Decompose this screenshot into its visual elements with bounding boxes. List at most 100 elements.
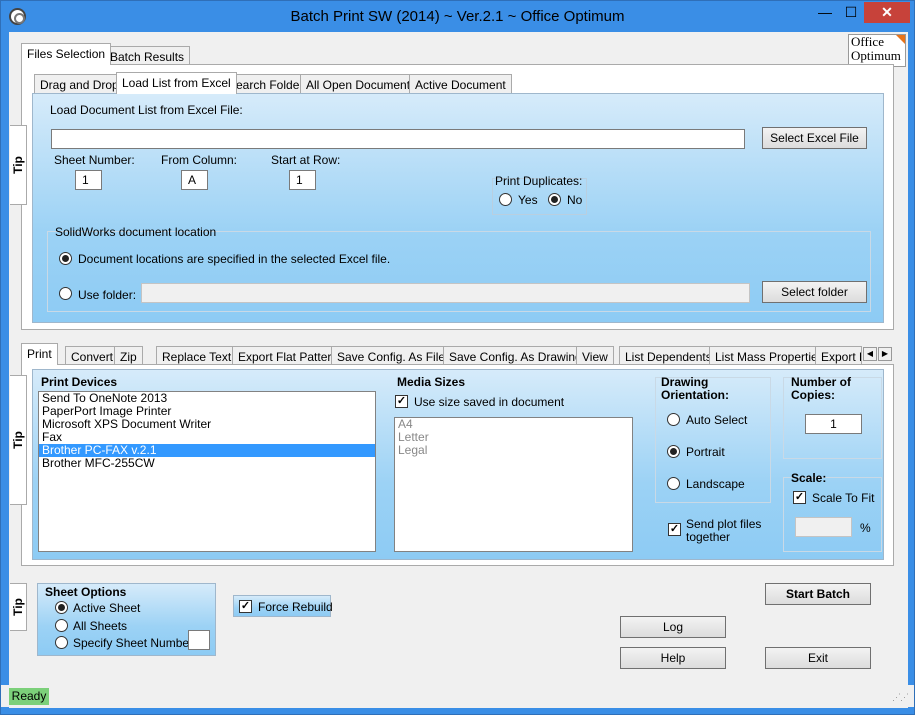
scale-to-fit-label: Scale To Fit xyxy=(812,491,875,505)
tab-save-config-drawings[interactable]: Save Config. As Drawings xyxy=(443,346,594,366)
tab-print[interactable]: Print xyxy=(21,343,58,365)
tab-batch-results[interactable]: Batch Results xyxy=(104,46,191,66)
resize-grip-icon[interactable]: ⋰⋰ xyxy=(892,692,909,703)
force-rebuild-box: ✓ Force Rebuild xyxy=(233,595,333,617)
status-bar: Ready ⋰⋰ xyxy=(1,685,914,707)
sheet-active-label: Active Sheet xyxy=(73,601,141,615)
orientation-portrait-label: Portrait xyxy=(686,445,725,459)
sheet-number-label: Sheet Number: xyxy=(54,153,135,167)
help-button[interactable]: Help xyxy=(620,647,726,669)
scale-percent-input[interactable] xyxy=(795,517,852,537)
location-excel-radio[interactable] xyxy=(59,252,72,265)
force-rebuild-label: Force Rebuild xyxy=(258,600,333,614)
tip-tab-files[interactable]: Tip xyxy=(10,125,27,205)
send-plot-line2: together xyxy=(686,530,731,544)
tip-tab-print[interactable]: Tip xyxy=(10,375,27,505)
from-column-input[interactable]: A xyxy=(181,170,208,190)
tab-export-flat-pattern[interactable]: Export Flat Pattern xyxy=(232,346,345,366)
print-options-panel: Print Devices Send To OneNote 2013 Paper… xyxy=(32,369,884,560)
use-saved-size-checkbox[interactable]: ✓ xyxy=(395,395,408,408)
sheet-number-input[interactable]: 1 xyxy=(75,170,102,190)
sheet-number-field[interactable] xyxy=(188,630,210,650)
tab-export-b[interactable]: Export B xyxy=(815,346,862,366)
tab-scroll-right-icon[interactable]: ▶ xyxy=(878,347,892,361)
tab-list-dependents[interactable]: List Dependents xyxy=(619,346,718,366)
list-item[interactable]: A4 xyxy=(395,418,632,431)
tab-load-from-excel[interactable]: Load List from Excel xyxy=(116,72,237,94)
close-button[interactable]: ✕ xyxy=(864,2,910,23)
start-row-label: Start at Row: xyxy=(271,153,341,167)
tab-zip[interactable]: Zip xyxy=(114,346,143,366)
sheet-all-radio[interactable] xyxy=(55,619,68,632)
list-item[interactable]: Letter xyxy=(395,431,632,444)
orientation-portrait-radio[interactable] xyxy=(667,445,680,458)
tab-active-document[interactable]: Active Document xyxy=(409,74,512,94)
orientation-heading-line1: Drawing xyxy=(661,375,709,389)
sheet-specify-label: Specify Sheet Number: xyxy=(73,636,197,650)
print-duplicates-label: Print Duplicates: xyxy=(495,174,583,188)
folder-path-input[interactable] xyxy=(141,283,750,303)
select-excel-file-button[interactable]: Select Excel File xyxy=(762,127,867,149)
location-excel-label: Document locations are specified in the … xyxy=(78,252,391,266)
send-plot-together-checkbox[interactable]: ✓ xyxy=(668,523,681,536)
excel-panel: Load Document List from Excel File: Sele… xyxy=(32,93,884,323)
office-optimum-logo: Office Optimum xyxy=(848,34,906,67)
location-folder-label: Use folder: xyxy=(78,288,137,302)
send-plot-line1: Send plot files xyxy=(686,517,762,531)
use-saved-size-label: Use size saved in document xyxy=(414,395,565,409)
tab-list-mass-properties[interactable]: List Mass Properties xyxy=(709,346,830,366)
tab-drag-and-drop[interactable]: Drag and Drop xyxy=(34,74,125,94)
print-devices-list[interactable]: Send To OneNote 2013 PaperPort Image Pri… xyxy=(38,391,376,552)
minimize-button[interactable]: — xyxy=(812,2,838,23)
list-item[interactable]: Brother MFC-255CW xyxy=(39,457,375,470)
copies-heading-line2: Copies: xyxy=(791,388,836,402)
tab-scroll-left-icon[interactable]: ◀ xyxy=(863,347,877,361)
select-folder-button[interactable]: Select folder xyxy=(762,281,867,303)
start-batch-button[interactable]: Start Batch xyxy=(765,583,871,605)
excel-file-path-input[interactable] xyxy=(51,129,745,149)
client-area: Files Selection Batch Results Office Opt… xyxy=(9,32,908,708)
duplicates-no-radio[interactable] xyxy=(548,193,561,206)
tab-view[interactable]: View xyxy=(576,346,614,366)
title-bar[interactable]: Batch Print SW (2014) ~ Ver.2.1 ~ Office… xyxy=(1,1,914,33)
from-column-label: From Column: xyxy=(161,153,238,167)
tab-all-open-documents[interactable]: All Open Documents xyxy=(300,74,423,94)
force-rebuild-checkbox[interactable]: ✓ xyxy=(239,600,252,613)
scale-to-fit-checkbox[interactable]: ✓ xyxy=(793,491,806,504)
maximize-button[interactable]: ☐ xyxy=(838,2,864,23)
duplicates-yes-label: Yes xyxy=(518,193,538,207)
window-title: Batch Print SW (2014) ~ Ver.2.1 ~ Office… xyxy=(290,8,625,25)
orientation-auto-radio[interactable] xyxy=(667,413,680,426)
tab-convert[interactable]: Convert xyxy=(65,346,120,366)
tab-files-selection[interactable]: Files Selection xyxy=(21,43,112,65)
sheet-active-radio[interactable] xyxy=(55,601,68,614)
log-button[interactable]: Log xyxy=(620,616,726,638)
document-location-heading: SolidWorks document location xyxy=(55,225,217,239)
list-item[interactable]: Legal xyxy=(395,444,632,457)
scale-heading: Scale: xyxy=(791,471,827,485)
exit-button[interactable]: Exit xyxy=(765,647,871,669)
copies-input[interactable]: 1 xyxy=(805,414,862,434)
orientation-heading-line2: Orientation: xyxy=(661,388,729,402)
location-folder-radio[interactable] xyxy=(59,287,72,300)
sheet-options-panel: Sheet Options Active Sheet All Sheets Sp… xyxy=(37,583,216,656)
scale-group xyxy=(783,477,882,552)
start-row-input[interactable]: 1 xyxy=(289,170,316,190)
sheet-all-label: All Sheets xyxy=(73,619,128,633)
media-sizes-list[interactable]: A4 Letter Legal xyxy=(394,417,633,552)
percent-label: % xyxy=(860,521,871,535)
duplicates-no-label: No xyxy=(567,193,583,207)
tip-tab-sheet[interactable]: Tip xyxy=(10,583,27,631)
sheet-options-heading: Sheet Options xyxy=(45,585,127,599)
tab-replace-text[interactable]: Replace Text xyxy=(156,346,238,366)
tab-save-config-files[interactable]: Save Config. As Files xyxy=(331,346,458,366)
excel-heading: Load Document List from Excel File: xyxy=(50,103,243,117)
copies-heading-line1: Number of xyxy=(791,375,851,389)
status-ready: Ready xyxy=(9,688,49,705)
main-window: Batch Print SW (2014) ~ Ver.2.1 ~ Office… xyxy=(0,0,915,715)
print-devices-heading: Print Devices xyxy=(41,375,118,389)
orientation-landscape-radio[interactable] xyxy=(667,477,680,490)
duplicates-yes-radio[interactable] xyxy=(499,193,512,206)
list-item[interactable]: Microsoft XPS Document Writer xyxy=(39,418,375,431)
sheet-specify-radio[interactable] xyxy=(55,636,68,649)
